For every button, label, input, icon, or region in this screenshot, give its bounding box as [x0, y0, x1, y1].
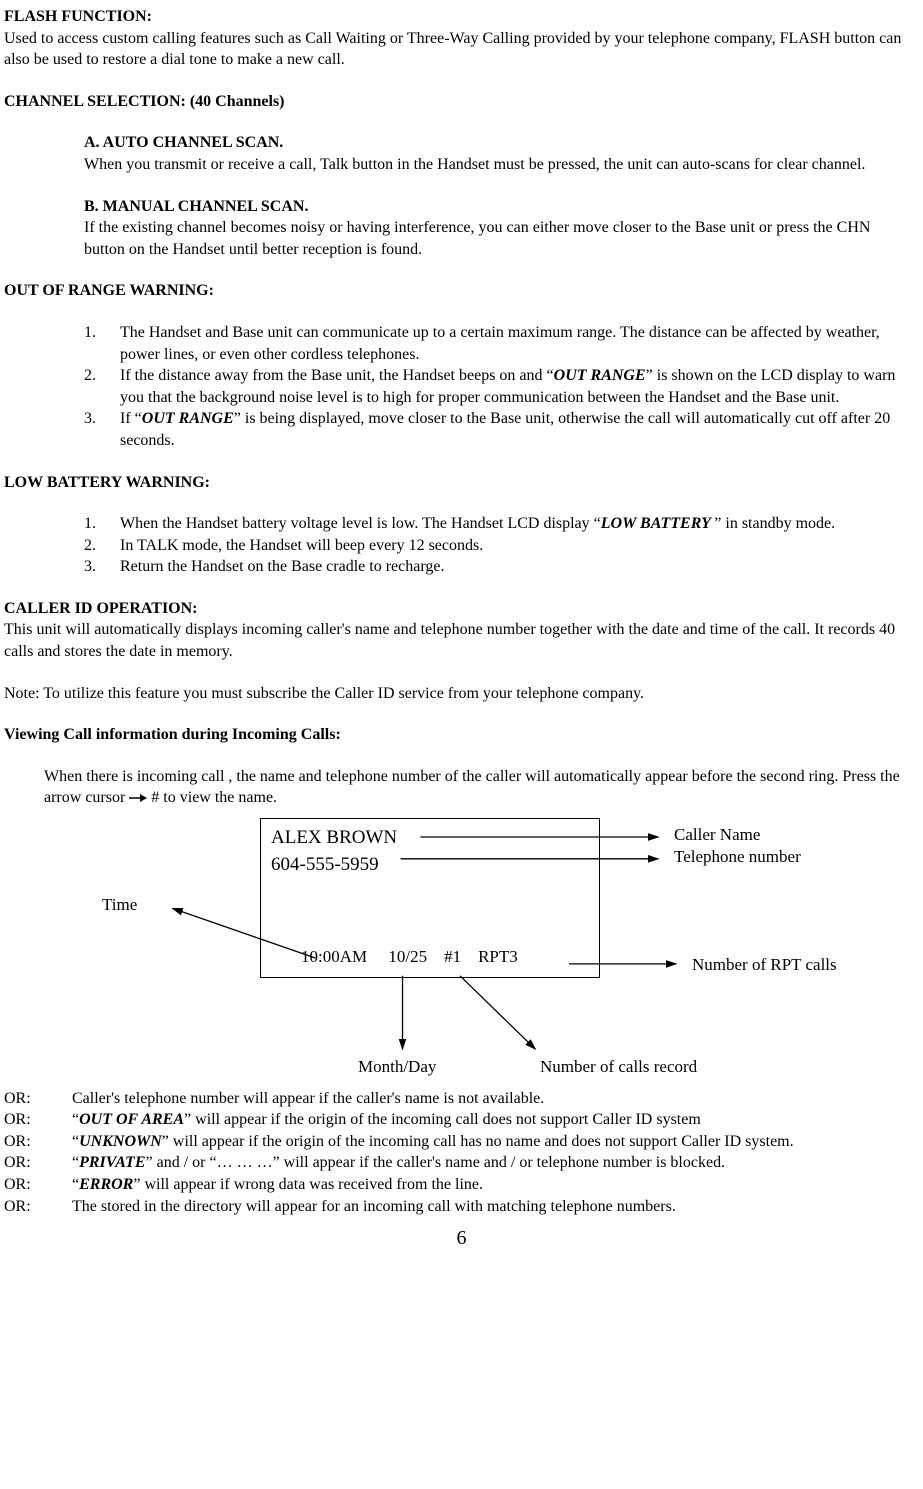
- or-body: “UNKNOWN” will appear if the origin of t…: [72, 1131, 919, 1153]
- list-number: 3.: [84, 408, 120, 451]
- label-month-day: Month/Day: [358, 1056, 436, 1079]
- out-of-area-term: OUT OF AREA: [79, 1111, 184, 1128]
- list-number: 2.: [84, 535, 120, 557]
- or-label: OR:: [4, 1174, 72, 1196]
- list-number: 2.: [84, 365, 120, 408]
- text-fragment: ” and / or “… … …” will appear if the ca…: [146, 1154, 726, 1171]
- cid-body: This unit will automatically displays in…: [4, 619, 919, 662]
- or-body: “PRIVATE” and / or “… … …” will appear i…: [72, 1152, 919, 1174]
- label-number-rpt: Number of RPT calls: [692, 954, 837, 977]
- text-fragment: ” will appear if the origin of the incom…: [162, 1133, 794, 1150]
- unknown-term: UNKNOWN: [79, 1133, 162, 1150]
- list-number: 1.: [84, 322, 120, 365]
- or-row-3: OR: “UNKNOWN” will appear if the origin …: [4, 1131, 919, 1153]
- or-row-4: OR: “PRIVATE” and / or “… … …” will appe…: [4, 1152, 919, 1174]
- error-term: ERROR: [79, 1176, 133, 1193]
- lowbatt-heading: LOW BATTERY WARNING:: [4, 472, 919, 494]
- outrange-item-2: 2. If the distance away from the Base un…: [84, 365, 909, 408]
- channel-a-body: When you transmit or receive a call, Tal…: [84, 154, 909, 176]
- label-time: Time: [102, 894, 137, 917]
- list-text: If the distance away from the Base unit,…: [120, 365, 909, 408]
- or-row-6: OR: The stored in the directory will app…: [4, 1196, 919, 1218]
- text-fragment: # to view the name.: [151, 789, 277, 806]
- text-fragment: ” will appear if wrong data was received…: [133, 1176, 483, 1193]
- lowbatt-item-3: 3. Return the Handset on the Base cradle…: [84, 556, 909, 578]
- channel-a-label: A. AUTO CHANNEL SCAN.: [84, 132, 909, 154]
- channel-b-label: B. MANUAL CHANNEL SCAN.: [84, 196, 909, 218]
- list-text: In TALK mode, the Handset will beep ever…: [120, 535, 909, 557]
- label-caller-name: Caller Name: [674, 824, 760, 847]
- or-row-2: OR: “OUT OF AREA” will appear if the ori…: [4, 1109, 919, 1131]
- out-range-term: OUT RANGE: [554, 367, 646, 384]
- lcd-phone-number: 604-555-5959: [271, 852, 589, 878]
- outrange-heading: OUT OF RANGE WARNING:: [4, 280, 919, 302]
- label-number-calls-record: Number of calls record: [540, 1056, 697, 1079]
- label-telephone-number: Telephone number: [674, 846, 801, 869]
- out-range-term: OUT RANGE: [142, 410, 234, 427]
- private-term: PRIVATE: [79, 1154, 145, 1171]
- text-fragment: ” will appear if the origin of the incom…: [184, 1111, 701, 1128]
- flash-heading: FLASH FUNCTION:: [4, 6, 919, 28]
- page-number: 6: [4, 1225, 919, 1252]
- or-row-5: OR: “ERROR” will appear if wrong data wa…: [4, 1174, 919, 1196]
- cid-note: Note: To utilize this feature you must s…: [4, 683, 919, 705]
- text-fragment: ” is being displayed, move closer to the…: [120, 410, 890, 449]
- channel-b-body: If the existing channel becomes noisy or…: [84, 217, 909, 260]
- text-fragment: If the distance away from the Base unit,…: [120, 367, 554, 384]
- or-body: “ERROR” will appear if wrong data was re…: [72, 1174, 919, 1196]
- or-row-1: OR: Caller's telephone number will appea…: [4, 1088, 919, 1110]
- lowbatt-item-1: 1. When the Handset battery voltage leve…: [84, 513, 909, 535]
- lcd-screen: ALEX BROWN 604-555-5959 10:00AM 10/25 #1…: [260, 818, 600, 978]
- list-text: The Handset and Base unit can communicat…: [120, 322, 909, 365]
- flash-body: Used to access custom calling features s…: [4, 28, 919, 71]
- lcd-status-line: 10:00AM 10/25 #1 RPT3: [301, 946, 518, 969]
- or-label: OR:: [4, 1196, 72, 1218]
- or-body: The stored in the directory will appear …: [72, 1196, 919, 1218]
- or-body: “OUT OF AREA” will appear if the origin …: [72, 1109, 919, 1131]
- low-battery-term: LOW BATTERY: [601, 515, 715, 532]
- list-number: 1.: [84, 513, 120, 535]
- lcd-caller-name: ALEX BROWN: [271, 825, 589, 851]
- outrange-item-3: 3. If “OUT RANGE” is being displayed, mo…: [84, 408, 909, 451]
- arrow-right-icon: [129, 788, 147, 810]
- caller-id-diagram: ALEX BROWN 604-555-5959 10:00AM 10/25 #1…: [4, 818, 919, 1088]
- cid-view-heading: Viewing Call information during Incoming…: [4, 724, 919, 746]
- or-body: Caller's telephone number will appear if…: [72, 1088, 919, 1110]
- channel-heading: CHANNEL SELECTION: (40 Channels): [4, 91, 919, 113]
- text-fragment: When the Handset battery voltage level i…: [120, 515, 601, 532]
- list-text: If “OUT RANGE” is being displayed, move …: [120, 408, 909, 451]
- text-fragment: If “: [120, 410, 142, 427]
- outrange-item-1: 1. The Handset and Base unit can communi…: [84, 322, 909, 365]
- or-label: OR:: [4, 1131, 72, 1153]
- cid-view-body: When there is incoming call , the name a…: [44, 766, 909, 810]
- list-text: Return the Handset on the Base cradle to…: [120, 556, 909, 578]
- list-number: 3.: [84, 556, 120, 578]
- list-text: When the Handset battery voltage level i…: [120, 513, 909, 535]
- lowbatt-item-2: 2. In TALK mode, the Handset will beep e…: [84, 535, 909, 557]
- or-label: OR:: [4, 1152, 72, 1174]
- cid-heading: CALLER ID OPERATION:: [4, 598, 919, 620]
- or-label: OR:: [4, 1109, 72, 1131]
- text-fragment: ” in standby mode.: [714, 515, 835, 532]
- or-label: OR:: [4, 1088, 72, 1110]
